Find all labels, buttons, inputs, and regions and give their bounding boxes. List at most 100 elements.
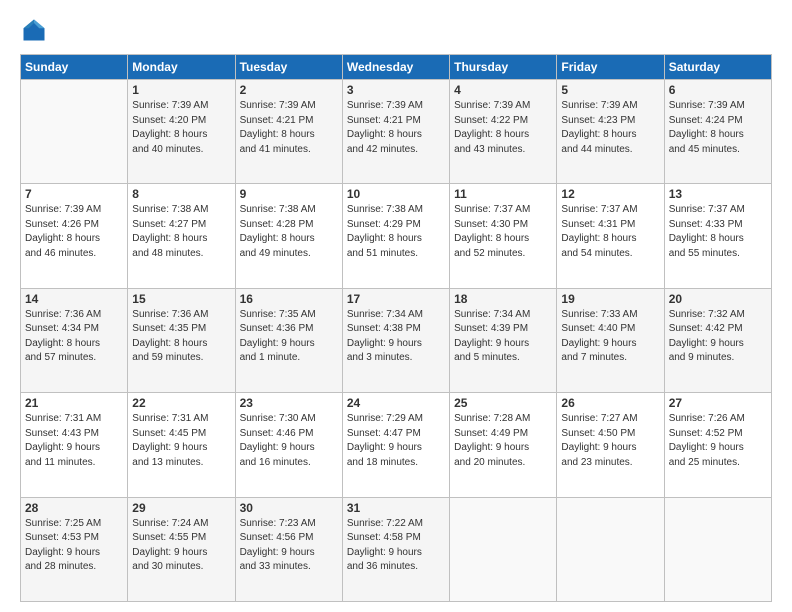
calendar-cell: 3 Sunrise: 7:39 AM Sunset: 4:21 PM Daylig… [342, 80, 449, 184]
weekday-header-saturday: Saturday [664, 55, 771, 80]
weekday-header-tuesday: Tuesday [235, 55, 342, 80]
calendar-cell: 20 Sunrise: 7:32 AM Sunset: 4:42 PM Dayli… [664, 288, 771, 392]
calendar-cell: 6 Sunrise: 7:39 AM Sunset: 4:24 PM Daylig… [664, 80, 771, 184]
day-info: Sunrise: 7:28 AM Sunset: 4:49 PM Dayligh… [454, 412, 552, 470]
day-info: Sunrise: 7:39 AM Sunset: 4:22 PM Dayligh… [454, 99, 552, 157]
calendar-cell: 10 Sunrise: 7:38 AM Sunset: 4:29 PM Dayli… [342, 184, 449, 288]
day-info: Sunrise: 7:33 AM Sunset: 4:40 PM Dayligh… [561, 308, 659, 366]
calendar-cell: 27 Sunrise: 7:26 AM Sunset: 4:52 PM Dayli… [664, 393, 771, 497]
day-number: 27 [669, 396, 767, 410]
day-number: 23 [240, 396, 338, 410]
calendar-cell: 5 Sunrise: 7:39 AM Sunset: 4:23 PM Daylig… [557, 80, 664, 184]
day-number: 22 [132, 396, 230, 410]
calendar-cell: 30Sunrise: 7:23 AM Sunset: 4:56 PM Dayli… [235, 497, 342, 601]
day-number: 3 [347, 83, 445, 97]
header [20, 16, 772, 44]
calendar-cell: 7 Sunrise: 7:39 AM Sunset: 4:26 PM Daylig… [21, 184, 128, 288]
calendar-cell [557, 497, 664, 601]
day-number: 24 [347, 396, 445, 410]
calendar-cell: 29Sunrise: 7:24 AM Sunset: 4:55 PM Dayli… [128, 497, 235, 601]
day-number: 4 [454, 83, 552, 97]
day-info: Sunrise: 7:36 AM Sunset: 4:35 PM Dayligh… [132, 308, 230, 366]
logo-icon [20, 16, 48, 44]
day-info: Sunrise: 7:39 AM Sunset: 4:23 PM Dayligh… [561, 99, 659, 157]
day-info: Sunrise: 7:34 AM Sunset: 4:38 PM Dayligh… [347, 308, 445, 366]
day-info: Sunrise: 7:39 AM Sunset: 4:20 PM Dayligh… [132, 99, 230, 157]
day-info: Sunrise: 7:26 AM Sunset: 4:52 PM Dayligh… [669, 412, 767, 470]
day-number: 13 [669, 187, 767, 201]
day-info: Sunrise: 7:39 AM Sunset: 4:21 PM Dayligh… [240, 99, 338, 157]
day-info: Sunrise: 7:39 AM Sunset: 4:26 PM Dayligh… [25, 203, 123, 261]
day-number: 28 [25, 501, 123, 515]
day-info: Sunrise: 7:38 AM Sunset: 4:28 PM Dayligh… [240, 203, 338, 261]
day-number: 25 [454, 396, 552, 410]
day-number: 1 [132, 83, 230, 97]
day-number: 6 [669, 83, 767, 97]
day-info: Sunrise: 7:38 AM Sunset: 4:27 PM Dayligh… [132, 203, 230, 261]
calendar-cell: 17 Sunrise: 7:34 AM Sunset: 4:38 PM Dayli… [342, 288, 449, 392]
calendar-cell: 23Sunrise: 7:30 AM Sunset: 4:46 PM Dayli… [235, 393, 342, 497]
calendar-cell: 13 Sunrise: 7:37 AM Sunset: 4:33 PM Dayli… [664, 184, 771, 288]
day-number: 17 [347, 292, 445, 306]
day-info: Sunrise: 7:39 AM Sunset: 4:24 PM Dayligh… [669, 99, 767, 157]
day-info: Sunrise: 7:25 AM Sunset: 4:53 PM Dayligh… [25, 517, 123, 575]
day-info: Sunrise: 7:32 AM Sunset: 4:42 PM Dayligh… [669, 308, 767, 366]
calendar-cell: 2 Sunrise: 7:39 AM Sunset: 4:21 PM Daylig… [235, 80, 342, 184]
calendar-cell: 1 Sunrise: 7:39 AM Sunset: 4:20 PM Daylig… [128, 80, 235, 184]
calendar-cell: 18Sunrise: 7:34 AM Sunset: 4:39 PM Dayli… [450, 288, 557, 392]
day-info: Sunrise: 7:35 AM Sunset: 4:36 PM Dayligh… [240, 308, 338, 366]
day-number: 31 [347, 501, 445, 515]
day-info: Sunrise: 7:37 AM Sunset: 4:30 PM Dayligh… [454, 203, 552, 261]
weekday-header-monday: Monday [128, 55, 235, 80]
weekday-header-wednesday: Wednesday [342, 55, 449, 80]
weekday-header-thursday: Thursday [450, 55, 557, 80]
day-info: Sunrise: 7:31 AM Sunset: 4:43 PM Dayligh… [25, 412, 123, 470]
calendar-cell: 16Sunrise: 7:35 AM Sunset: 4:36 PM Dayli… [235, 288, 342, 392]
day-info: Sunrise: 7:34 AM Sunset: 4:39 PM Dayligh… [454, 308, 552, 366]
day-info: Sunrise: 7:31 AM Sunset: 4:45 PM Dayligh… [132, 412, 230, 470]
calendar-cell: 19 Sunrise: 7:33 AM Sunset: 4:40 PM Dayli… [557, 288, 664, 392]
day-number: 2 [240, 83, 338, 97]
day-number: 8 [132, 187, 230, 201]
day-number: 7 [25, 187, 123, 201]
calendar-cell: 11 Sunrise: 7:37 AM Sunset: 4:30 PM Dayli… [450, 184, 557, 288]
calendar-cell: 28 Sunrise: 7:25 AM Sunset: 4:53 PM Dayli… [21, 497, 128, 601]
day-number: 10 [347, 187, 445, 201]
calendar-header-row: SundayMondayTuesdayWednesdayThursdayFrid… [21, 55, 772, 80]
day-number: 20 [669, 292, 767, 306]
calendar-cell: 8 Sunrise: 7:38 AM Sunset: 4:27 PM Daylig… [128, 184, 235, 288]
calendar-cell: 21 Sunrise: 7:31 AM Sunset: 4:43 PM Dayli… [21, 393, 128, 497]
calendar-cell: 31 Sunrise: 7:22 AM Sunset: 4:58 PM Dayli… [342, 497, 449, 601]
day-info: Sunrise: 7:37 AM Sunset: 4:33 PM Dayligh… [669, 203, 767, 261]
day-number: 19 [561, 292, 659, 306]
day-info: Sunrise: 7:38 AM Sunset: 4:29 PM Dayligh… [347, 203, 445, 261]
calendar-cell: 24 Sunrise: 7:29 AM Sunset: 4:47 PM Dayli… [342, 393, 449, 497]
weekday-header-sunday: Sunday [21, 55, 128, 80]
day-info: Sunrise: 7:39 AM Sunset: 4:21 PM Dayligh… [347, 99, 445, 157]
day-info: Sunrise: 7:27 AM Sunset: 4:50 PM Dayligh… [561, 412, 659, 470]
day-info: Sunrise: 7:36 AM Sunset: 4:34 PM Dayligh… [25, 308, 123, 366]
day-info: Sunrise: 7:22 AM Sunset: 4:58 PM Dayligh… [347, 517, 445, 575]
day-info: Sunrise: 7:29 AM Sunset: 4:47 PM Dayligh… [347, 412, 445, 470]
day-number: 15 [132, 292, 230, 306]
day-number: 14 [25, 292, 123, 306]
day-number: 21 [25, 396, 123, 410]
calendar-cell [450, 497, 557, 601]
calendar-cell: 15 Sunrise: 7:36 AM Sunset: 4:35 PM Dayli… [128, 288, 235, 392]
weekday-header-friday: Friday [557, 55, 664, 80]
day-info: Sunrise: 7:37 AM Sunset: 4:31 PM Dayligh… [561, 203, 659, 261]
page: SundayMondayTuesdayWednesdayThursdayFrid… [0, 0, 792, 612]
day-number: 12 [561, 187, 659, 201]
calendar-week-row: 7 Sunrise: 7:39 AM Sunset: 4:26 PM Daylig… [21, 184, 772, 288]
calendar-week-row: 14 Sunrise: 7:36 AM Sunset: 4:34 PM Dayli… [21, 288, 772, 392]
day-info: Sunrise: 7:24 AM Sunset: 4:55 PM Dayligh… [132, 517, 230, 575]
calendar-week-row: 1 Sunrise: 7:39 AM Sunset: 4:20 PM Daylig… [21, 80, 772, 184]
calendar-table: SundayMondayTuesdayWednesdayThursdayFrid… [20, 54, 772, 602]
calendar-cell: 25 Sunrise: 7:28 AM Sunset: 4:49 PM Dayli… [450, 393, 557, 497]
day-number: 5 [561, 83, 659, 97]
day-number: 26 [561, 396, 659, 410]
calendar-cell: 12 Sunrise: 7:37 AM Sunset: 4:31 PM Dayli… [557, 184, 664, 288]
calendar-cell: 4 Sunrise: 7:39 AM Sunset: 4:22 PM Daylig… [450, 80, 557, 184]
day-number: 30 [240, 501, 338, 515]
day-number: 11 [454, 187, 552, 201]
